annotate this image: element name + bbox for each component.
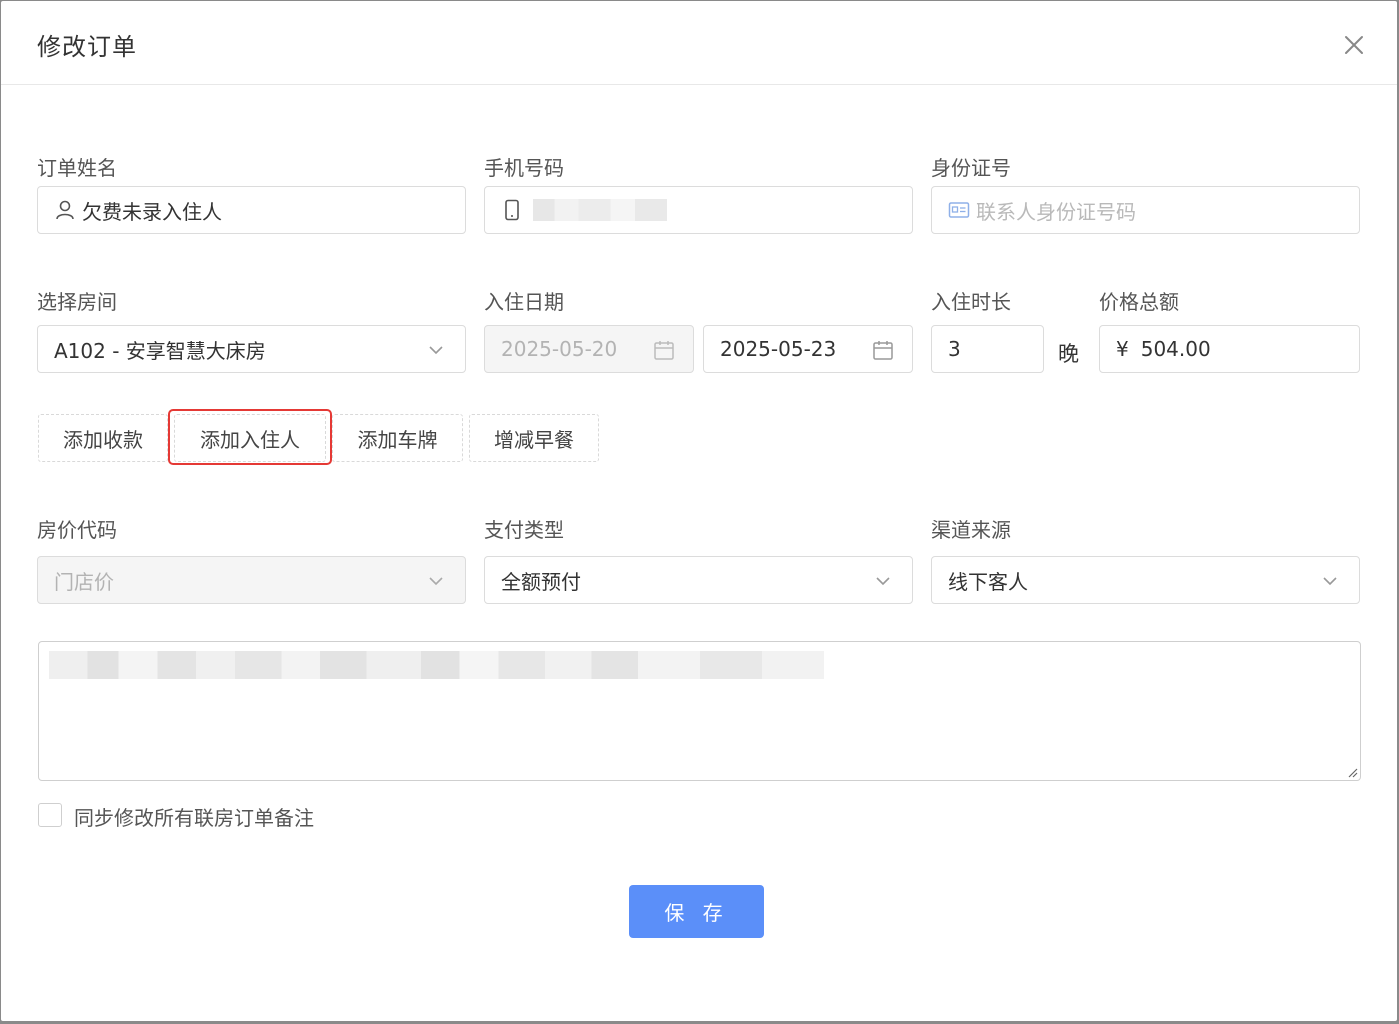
chevron-down-icon	[876, 577, 890, 586]
phone-redacted-value	[533, 199, 667, 221]
adjust-breakfast-button[interactable]: 增减早餐	[469, 414, 599, 462]
payment-type-select[interactable]: 全额预付	[484, 556, 913, 604]
room-label: 选择房间	[37, 290, 117, 314]
remark-redacted-text	[49, 651, 824, 679]
dialog-title: 修改订单	[37, 33, 137, 61]
room-select[interactable]: A102 - 安享智慧大床房	[37, 325, 466, 373]
channel-label: 渠道来源	[931, 518, 1011, 542]
rate-code-select: 门店价	[37, 556, 466, 604]
channel-select[interactable]: 线下客人	[931, 556, 1360, 604]
add-license-plate-button[interactable]: 添加车牌	[332, 414, 463, 462]
dialog-header: 修改订单	[1, 1, 1397, 85]
resize-handle-icon[interactable]	[1346, 766, 1358, 778]
id-card-icon	[948, 202, 970, 218]
nights-unit: 晚	[1058, 342, 1079, 366]
currency-symbol: ¥	[1116, 337, 1129, 361]
save-button[interactable]: 保 存	[629, 885, 764, 938]
duration-input[interactable]: 3	[931, 325, 1044, 373]
checkout-date-value: 2025-05-23	[720, 337, 837, 361]
payment-type-label: 支付类型	[484, 518, 564, 542]
order-name-value: 欠费未录入住人	[82, 199, 222, 224]
phone-input[interactable]	[484, 186, 913, 234]
checkin-start-value: 2025-05-20	[501, 337, 618, 361]
price-label: 价格总额	[1099, 290, 1179, 314]
rate-code-label: 房价代码	[37, 518, 117, 542]
add-payment-button[interactable]: 添加收款	[38, 414, 168, 462]
id-number-placeholder: 联系人身份证号码	[976, 199, 1136, 224]
checkin-start-date: 2025-05-20	[484, 325, 694, 373]
close-icon[interactable]	[1340, 31, 1368, 59]
checkin-date-label: 入住日期	[484, 290, 564, 314]
checkout-date-picker[interactable]: 2025-05-23	[703, 325, 913, 373]
order-name-label: 订单姓名	[37, 156, 117, 180]
duration-label: 入住时长	[931, 290, 1011, 314]
edit-order-dialog: 修改订单 订单姓名 手机号码 身份证号 欠费未录入住人 联系人身份证号码 选择房…	[1, 1, 1397, 1021]
channel-value: 线下客人	[948, 569, 1028, 594]
id-number-label: 身份证号	[931, 156, 1011, 180]
id-number-input[interactable]: 联系人身份证号码	[931, 186, 1360, 234]
chevron-down-icon	[1323, 577, 1337, 586]
price-input[interactable]: ¥ 504.00	[1099, 325, 1360, 373]
chevron-down-icon	[429, 577, 443, 586]
user-icon	[56, 200, 74, 220]
payment-type-value: 全额预付	[501, 569, 581, 594]
price-value: 504.00	[1140, 337, 1211, 361]
add-guest-button[interactable]: 添加入住人	[174, 414, 326, 462]
mobile-phone-icon	[505, 199, 519, 221]
duration-value: 3	[948, 337, 961, 361]
rate-code-value: 门店价	[54, 569, 114, 594]
order-name-input[interactable]: 欠费未录入住人	[37, 186, 466, 234]
phone-label: 手机号码	[484, 156, 564, 180]
sync-remark-checkbox[interactable]	[38, 803, 62, 827]
sync-remark-label[interactable]: 同步修改所有联房订单备注	[74, 802, 314, 831]
remark-textarea[interactable]	[38, 641, 1361, 781]
room-select-value: A102 - 安享智慧大床房	[54, 338, 266, 363]
calendar-icon	[873, 341, 893, 360]
chevron-down-icon	[429, 346, 443, 355]
calendar-icon	[654, 341, 674, 360]
